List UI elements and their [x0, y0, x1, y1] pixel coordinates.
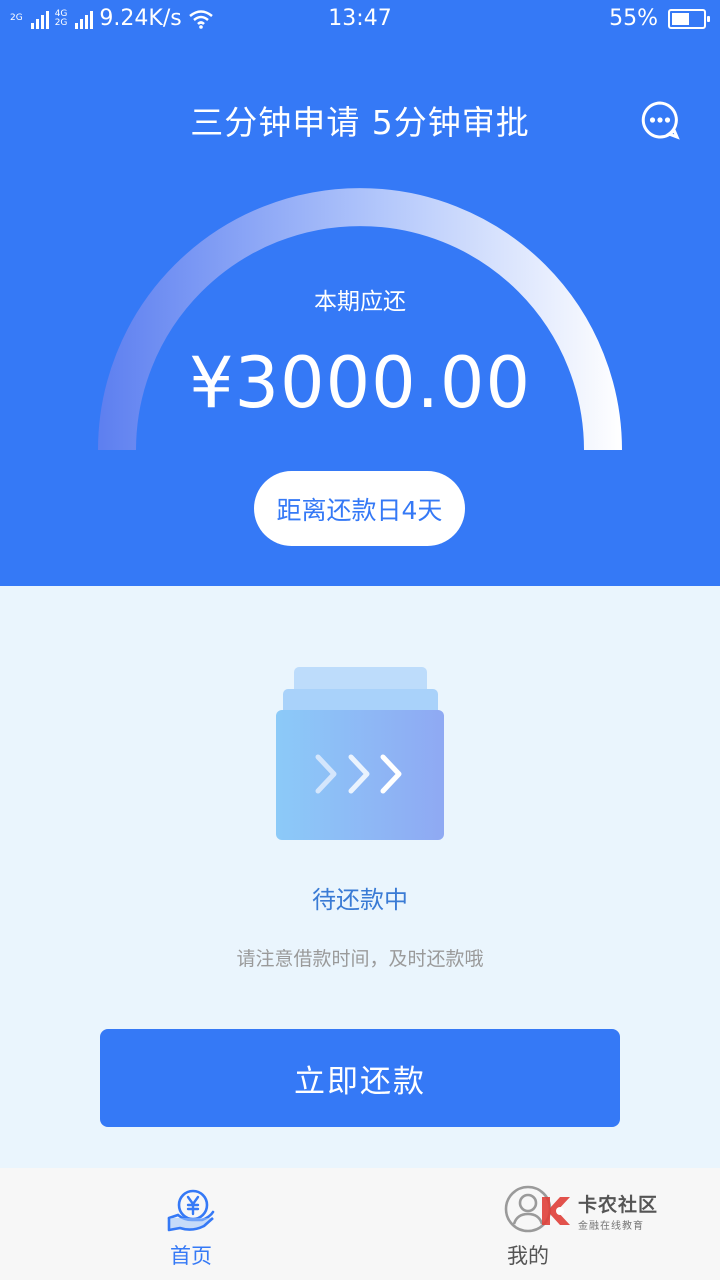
repayment-hint: 请注意借款时间，及时还款哦 [236, 948, 484, 970]
days-left-badge: 距离还款日4天 [254, 471, 465, 546]
tab-home-label: 首页 [170, 1244, 212, 1268]
tab-mine-label: 我的 [507, 1244, 549, 1268]
watermark-title: 卡农社区 [578, 1194, 659, 1216]
repayment-status: 待还款中 [312, 886, 408, 914]
kanong-logo-icon [542, 1197, 570, 1225]
wallet-card-icon [276, 667, 444, 840]
watermark-logo: 卡农社区 金融在线教育 [538, 1190, 658, 1232]
tab-home[interactable]: 首页 [131, 1168, 251, 1280]
yen-hand-icon [167, 1189, 215, 1232]
watermark-subtitle: 金融在线教育 [578, 1221, 644, 1232]
due-label: 本期应还 [314, 289, 406, 315]
due-amount: ¥3000.00 [188, 342, 531, 424]
repay-now-button[interactable]: 立即还款 [100, 1029, 620, 1127]
